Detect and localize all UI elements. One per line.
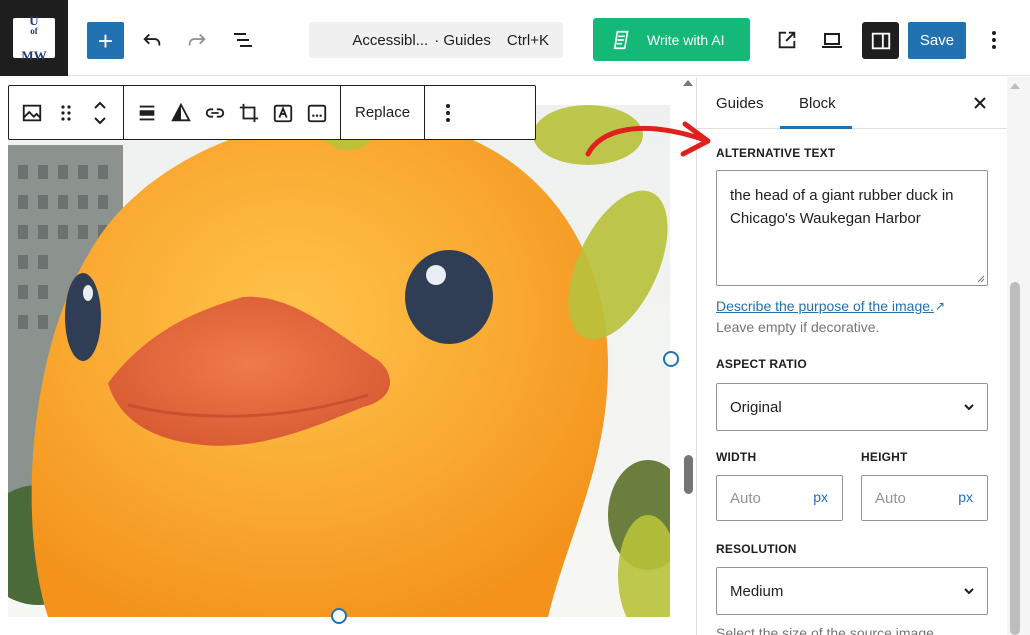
caption-button[interactable] bbox=[300, 93, 334, 133]
resolution-label: RESOLUTION bbox=[716, 542, 797, 556]
crop-button[interactable] bbox=[232, 93, 266, 133]
canvas-scroll-up-arrow[interactable] bbox=[683, 80, 693, 86]
resolution-select[interactable]: Medium bbox=[716, 567, 988, 615]
tab-block[interactable]: Block bbox=[799, 77, 836, 129]
height-label: HEIGHT bbox=[861, 450, 908, 464]
height-placeholder: Auto bbox=[875, 489, 906, 507]
write-with-ai-label: Write with AI bbox=[647, 31, 725, 48]
alt-text-value: the head of a giant rubber duck in Chica… bbox=[730, 187, 954, 227]
link-button[interactable] bbox=[198, 93, 232, 133]
document-title: Accessibl... bbox=[352, 31, 429, 49]
active-tab-indicator bbox=[780, 126, 852, 129]
external-link-icon bbox=[778, 31, 796, 49]
crop-icon bbox=[239, 103, 259, 122]
duotone-button[interactable] bbox=[164, 93, 198, 133]
width-unit[interactable]: px bbox=[813, 489, 828, 505]
height-unit[interactable]: px bbox=[958, 489, 973, 505]
chevron-up-down-icon bbox=[94, 101, 106, 124]
width-input[interactable]: Auto px bbox=[716, 475, 843, 521]
resize-handle-right[interactable] bbox=[663, 351, 679, 367]
duotone-icon bbox=[171, 102, 191, 121]
block-tools-group bbox=[124, 86, 341, 139]
duck-eye-right bbox=[405, 250, 493, 344]
laptop-icon bbox=[822, 33, 842, 48]
command-palette[interactable]: Accessibl... · Guides Ctrl+K bbox=[309, 22, 563, 58]
write-with-ai-button[interactable]: Write with AI bbox=[593, 18, 750, 61]
shortcut-hint: Ctrl+K bbox=[506, 31, 549, 49]
alt-text-textarea[interactable]: the head of a giant rubber duck in Chica… bbox=[716, 170, 988, 286]
logo-text-of: of bbox=[30, 26, 38, 36]
duck-eye-left bbox=[65, 273, 101, 361]
image-icon bbox=[22, 104, 42, 121]
settings-sidebar: Guides Block ALTERNATIVE TEXT the head o… bbox=[696, 77, 1030, 635]
sidebar-panel-icon bbox=[871, 32, 890, 49]
aspect-ratio-value: Original bbox=[730, 398, 782, 416]
close-sidebar-button[interactable] bbox=[969, 92, 991, 114]
settings-sidebar-toggle[interactable] bbox=[862, 22, 899, 59]
sidebar-scroll-thumb[interactable] bbox=[1010, 282, 1020, 635]
top-toolbar: Uof MW + Accessibl... · Guides Ctrl+K Wri… bbox=[0, 0, 1030, 76]
tab-guides[interactable]: Guides bbox=[716, 77, 764, 129]
block-options-group bbox=[425, 86, 471, 139]
document-overview-button[interactable] bbox=[227, 24, 259, 56]
drag-icon bbox=[61, 104, 71, 121]
undo-icon bbox=[143, 33, 161, 46]
chevron-down-icon bbox=[964, 588, 974, 595]
canvas-scroll-thumb[interactable] bbox=[684, 455, 693, 494]
options-menu-button[interactable] bbox=[980, 24, 1008, 56]
aspect-ratio-select[interactable]: Original bbox=[716, 383, 988, 431]
align-button[interactable] bbox=[130, 93, 164, 133]
redo-icon bbox=[188, 33, 206, 46]
ai-pen-icon bbox=[613, 30, 629, 49]
text-over-image-icon bbox=[273, 104, 293, 122]
sidebar-tabs: Guides Block bbox=[697, 77, 1007, 129]
width-placeholder: Auto bbox=[730, 489, 761, 507]
block-switcher-group bbox=[9, 86, 124, 139]
alt-text-label: ALTERNATIVE TEXT bbox=[716, 146, 836, 160]
drag-handle[interactable] bbox=[49, 93, 83, 133]
replace-group: Replace bbox=[341, 86, 426, 139]
move-up-down-button[interactable] bbox=[83, 93, 117, 133]
selected-image-block[interactable] bbox=[8, 105, 670, 617]
block-toolbar: Replace bbox=[8, 85, 536, 140]
width-label: WIDTH bbox=[716, 450, 757, 464]
resolution-help-text: Select the size of the source image. bbox=[716, 625, 938, 635]
alt-help-text: Leave empty if decorative. bbox=[716, 319, 880, 335]
add-block-button[interactable]: + bbox=[87, 22, 124, 59]
editor-app: Uof MW + Accessibl... · Guides Ctrl+K Wri… bbox=[0, 0, 1030, 635]
preview-button[interactable] bbox=[816, 24, 848, 56]
height-input[interactable]: Auto px bbox=[861, 475, 988, 521]
text-overlay-button[interactable] bbox=[266, 93, 300, 133]
resolution-value: Medium bbox=[730, 582, 784, 600]
block-type-button[interactable] bbox=[15, 93, 49, 133]
annotation-arrow-icon bbox=[585, 121, 711, 157]
more-vertical-icon bbox=[992, 31, 996, 49]
plus-icon: + bbox=[97, 25, 114, 56]
save-button[interactable]: Save bbox=[908, 22, 966, 59]
caption-icon bbox=[307, 104, 327, 122]
site-logo-button[interactable]: Uof MW bbox=[0, 0, 68, 76]
list-view-icon bbox=[234, 33, 252, 47]
resize-grip-icon[interactable] bbox=[977, 275, 985, 283]
block-options-button[interactable] bbox=[431, 93, 465, 133]
external-link-arrow-icon: ↗ bbox=[935, 299, 946, 313]
align-center-icon bbox=[139, 105, 155, 120]
link-icon bbox=[205, 107, 225, 118]
resize-handle-bottom[interactable] bbox=[331, 608, 347, 624]
logo-text-mw: MW bbox=[21, 48, 47, 63]
aspect-ratio-label: ASPECT RATIO bbox=[716, 357, 807, 371]
describe-purpose-link[interactable]: Describe the purpose of the image. bbox=[716, 298, 934, 314]
more-vertical-icon bbox=[446, 103, 451, 122]
view-post-button[interactable] bbox=[771, 24, 803, 56]
chevron-down-icon bbox=[964, 404, 974, 411]
replace-button[interactable]: Replace bbox=[347, 104, 418, 121]
redo-button[interactable] bbox=[181, 24, 213, 56]
document-section: · Guides bbox=[434, 31, 491, 49]
site-logo: Uof MW bbox=[13, 14, 55, 62]
sidebar-scroll-up-arrow[interactable] bbox=[1010, 83, 1020, 89]
close-icon bbox=[974, 97, 986, 109]
undo-button[interactable] bbox=[136, 24, 168, 56]
